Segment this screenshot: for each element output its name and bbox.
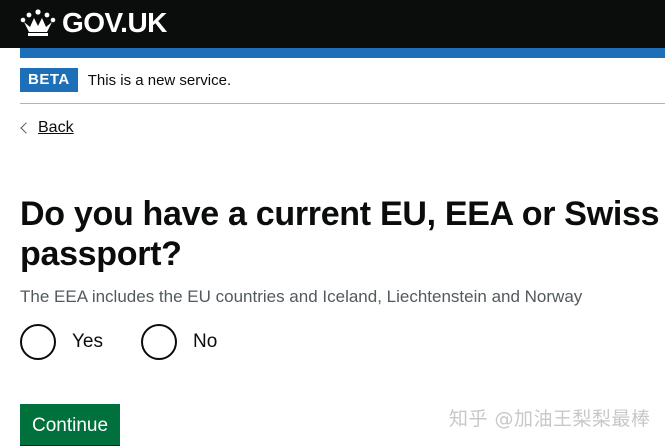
chevron-left-icon bbox=[20, 122, 32, 134]
watermark: 知乎 @加油王梨梨最棒 bbox=[449, 408, 651, 430]
govuk-logo-link[interactable]: GOV.UK bbox=[20, 6, 167, 40]
radio-option-yes[interactable]: Yes bbox=[20, 324, 103, 360]
phase-text: This is a new service. bbox=[87, 71, 232, 89]
radio-group: Yes No bbox=[20, 324, 255, 360]
radio-label-no: No bbox=[193, 331, 218, 352]
radio-button-yes[interactable] bbox=[20, 324, 56, 360]
question-hint: The EEA includes the EU countries and Ic… bbox=[20, 287, 583, 306]
question-heading: Do you have a current EU, EEA or Swiss p… bbox=[20, 195, 660, 273]
crown-icon bbox=[20, 9, 56, 36]
header-accent-bar bbox=[20, 48, 665, 58]
continue-button[interactable]: Continue bbox=[20, 404, 120, 445]
back-link[interactable]: Back bbox=[20, 119, 74, 137]
phase-divider bbox=[20, 103, 665, 104]
back-link-label: Back bbox=[38, 119, 74, 136]
phase-tag: BETA bbox=[20, 68, 78, 92]
phase-banner: BETA This is a new service. bbox=[20, 68, 231, 92]
radio-option-no[interactable]: No bbox=[141, 324, 217, 360]
logo-text: GOV.UK bbox=[62, 7, 167, 38]
site-header: GOV.UK bbox=[0, 0, 665, 48]
radio-button-no[interactable] bbox=[141, 324, 177, 360]
radio-label-yes: Yes bbox=[72, 331, 103, 352]
